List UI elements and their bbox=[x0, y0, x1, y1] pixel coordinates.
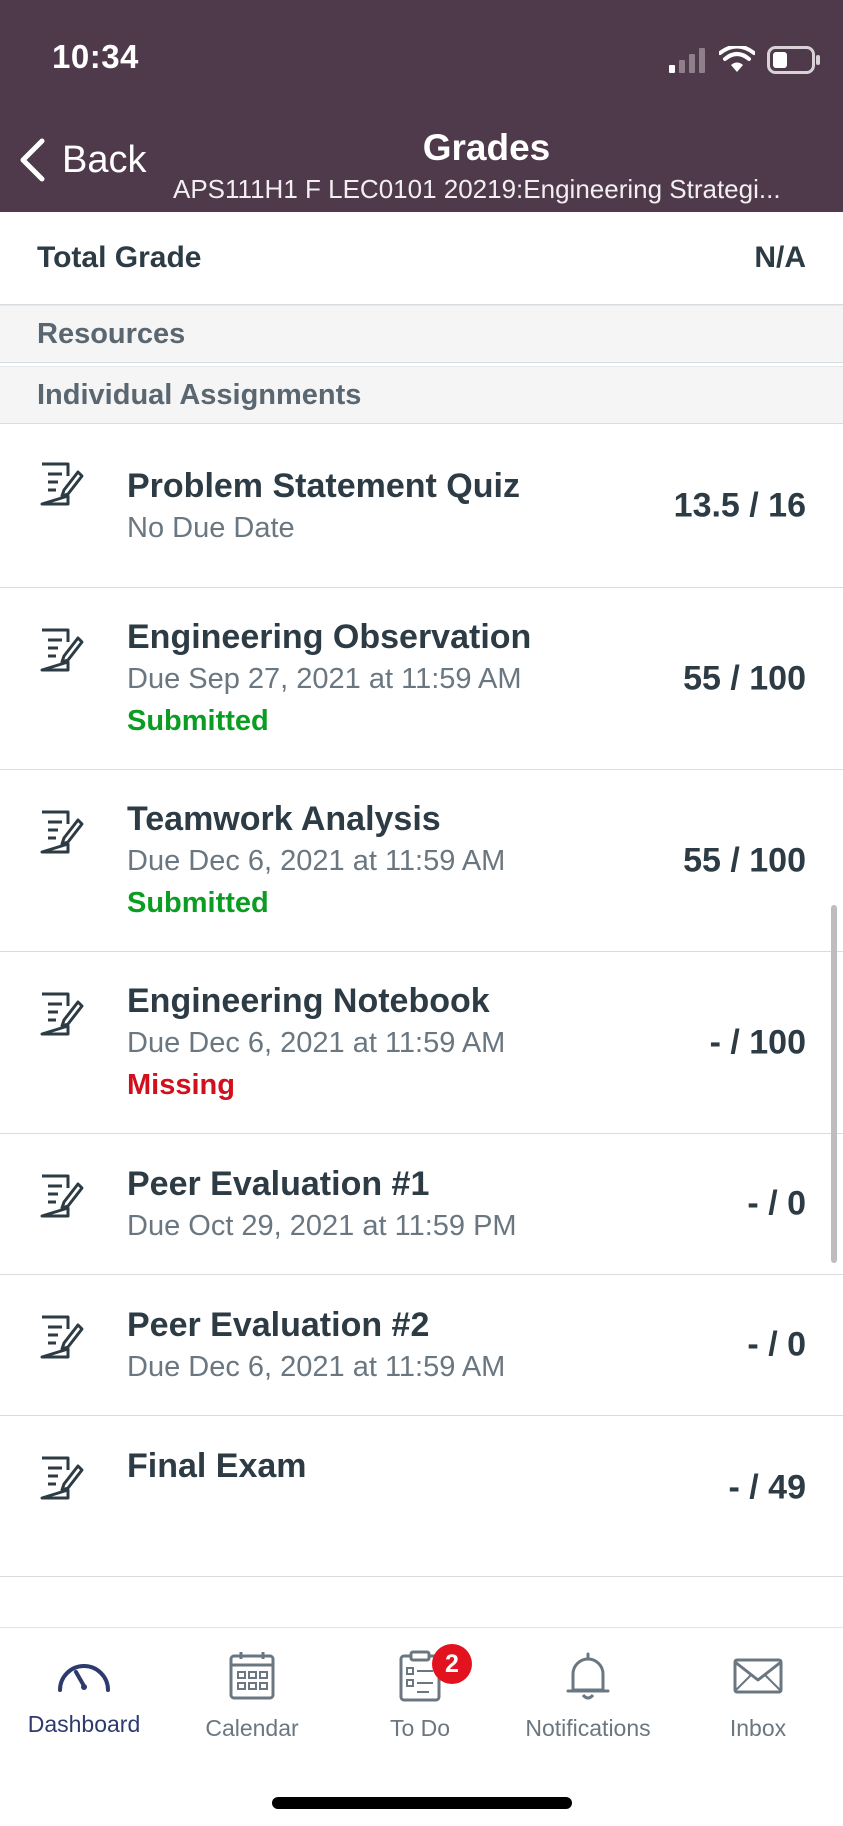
assignment-title: Peer Evaluation #2 bbox=[127, 1306, 430, 1344]
assignment-icon bbox=[40, 1456, 84, 1500]
envelope-icon bbox=[733, 1658, 783, 1694]
title-block: Grades APS111H1 F LEC0101 20219:Engineer… bbox=[170, 124, 843, 206]
total-grade-label: Total Grade bbox=[37, 241, 202, 274]
status-time: 10:34 bbox=[52, 38, 139, 75]
todo-badge: 2 bbox=[432, 1644, 472, 1684]
assignment-row[interactable]: Teamwork Analysis Due Dec 6, 2021 at 11:… bbox=[0, 770, 843, 952]
assignment-status-submitted: Submitted bbox=[127, 886, 269, 919]
assignment-row[interactable]: Engineering Notebook Due Dec 6, 2021 at … bbox=[0, 952, 843, 1134]
assignment-score: 55 / 100 bbox=[683, 659, 806, 697]
tab-label: Notifications bbox=[525, 1715, 651, 1741]
home-indicator bbox=[272, 1797, 572, 1809]
assignment-icon bbox=[40, 810, 84, 854]
back-label: Back bbox=[62, 138, 147, 181]
dashboard-gauge-icon bbox=[58, 1664, 110, 1692]
assignment-icon bbox=[40, 628, 84, 672]
battery-icon bbox=[767, 46, 820, 74]
course-subtitle: APS111H1 F LEC0101 20219:Engineering Str… bbox=[173, 174, 781, 204]
assignment-score: - / 100 bbox=[709, 1023, 806, 1061]
assignment-score: 13.5 / 16 bbox=[673, 486, 806, 524]
assignment-icon bbox=[40, 992, 84, 1036]
grades-list[interactable]: Total Grade N/A Resources Individual Ass… bbox=[0, 212, 843, 1627]
wifi-icon bbox=[719, 46, 755, 72]
assignment-row[interactable]: Peer Evaluation #1 Due Oct 29, 2021 at 1… bbox=[0, 1134, 843, 1275]
tab-label: To Do bbox=[389, 1715, 451, 1741]
nav-header: 10:34 Back Grades APS111H1 F LEC0101 202… bbox=[0, 0, 843, 212]
assignment-status-submitted: Submitted bbox=[127, 704, 269, 737]
tab-todo[interactable]: 2 To Do bbox=[340, 1644, 500, 1742]
assignment-title: Engineering Notebook bbox=[127, 981, 490, 1020]
assignment-row[interactable]: Engineering Observation Due Sep 27, 2021… bbox=[0, 588, 843, 770]
chevron-left-icon bbox=[20, 138, 45, 182]
assignment-title: Peer Evaluation #1 bbox=[127, 1165, 430, 1203]
tab-label: Dashboard bbox=[27, 1711, 141, 1737]
assignment-due: Due Dec 6, 2021 at 11:59 AM bbox=[127, 1351, 506, 1383]
section-header-resources: Resources bbox=[0, 305, 843, 363]
assignment-row[interactable]: Final Exam - / 49 bbox=[0, 1416, 843, 1577]
section-header-individual-assignments: Individual Assignments bbox=[0, 366, 843, 424]
bell-icon bbox=[566, 1652, 610, 1700]
calendar-icon bbox=[229, 1652, 275, 1700]
assignment-title: Teamwork Analysis bbox=[127, 799, 441, 838]
scroll-indicator[interactable] bbox=[831, 905, 837, 1263]
assignment-icon bbox=[40, 1315, 84, 1359]
back-button[interactable]: Back bbox=[18, 138, 146, 182]
tab-label: Calendar bbox=[205, 1715, 299, 1741]
assignment-icon bbox=[40, 462, 84, 506]
assignment-row[interactable]: Peer Evaluation #2 Due Dec 6, 2021 at 11… bbox=[0, 1275, 843, 1416]
status-icons bbox=[669, 42, 821, 78]
tab-dashboard[interactable]: Dashboard bbox=[4, 1650, 164, 1738]
assignment-row[interactable]: Problem Statement Quiz No Due Date 13.5 … bbox=[0, 424, 843, 588]
assignment-status-missing: Missing bbox=[127, 1068, 235, 1101]
tab-label: Inbox bbox=[729, 1715, 787, 1741]
assignment-score: - / 0 bbox=[747, 1184, 806, 1223]
tab-calendar[interactable]: Calendar bbox=[172, 1650, 332, 1742]
page-title: Grades bbox=[422, 127, 551, 168]
cellular-signal-icon bbox=[669, 48, 705, 73]
assignment-score: - / 0 bbox=[747, 1325, 806, 1364]
assignment-score: 55 / 100 bbox=[683, 841, 806, 879]
tab-inbox[interactable]: Inbox bbox=[678, 1650, 838, 1742]
assignment-title: Engineering Observation bbox=[127, 617, 532, 656]
total-grade-value: N/A bbox=[754, 241, 806, 274]
assignment-icon bbox=[40, 1174, 84, 1218]
total-grade-row: Total Grade N/A bbox=[0, 212, 843, 305]
assignment-due: Due Oct 29, 2021 at 11:59 PM bbox=[127, 1210, 517, 1242]
assignment-score: - / 49 bbox=[728, 1468, 806, 1507]
tab-notifications[interactable]: Notifications bbox=[508, 1650, 668, 1742]
